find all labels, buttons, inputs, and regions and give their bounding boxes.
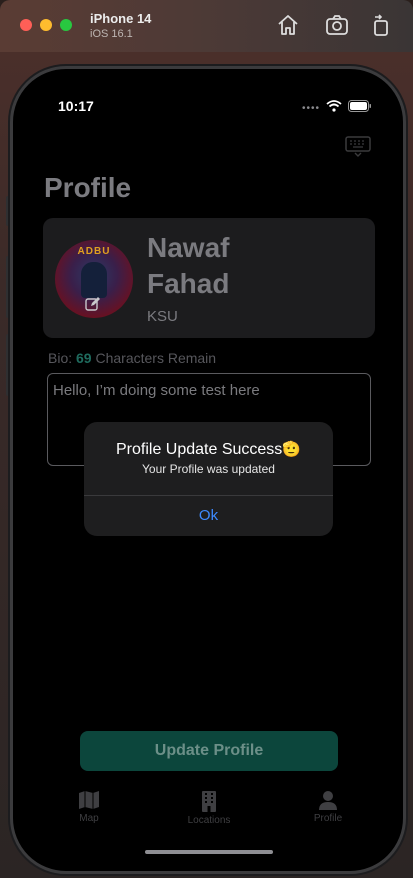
- minimize-window-button[interactable]: [40, 19, 52, 31]
- keyboard-dismiss-icon[interactable]: [345, 136, 371, 163]
- tab-locations-label: Locations: [187, 815, 231, 826]
- bio-remaining-count: 69: [76, 350, 92, 366]
- edit-photo-icon[interactable]: [85, 296, 101, 317]
- wifi-icon: [326, 99, 342, 117]
- profile-card: ADBU Nawaf Fahad KSU: [43, 218, 375, 338]
- alert-message: Your Profile was updated: [142, 462, 275, 476]
- organization-label: KSU: [147, 308, 178, 325]
- page-title: Profile: [44, 172, 132, 203]
- home-indicator[interactable]: [145, 850, 273, 854]
- map-icon: [79, 791, 99, 809]
- close-window-button[interactable]: [20, 19, 32, 31]
- tab-map-label: Map: [79, 813, 99, 824]
- bio-label: Bio: 69 Characters Remain: [48, 350, 216, 366]
- first-name: Nawaf: [147, 232, 230, 263]
- status-indicators: ••••: [302, 99, 372, 117]
- alert-ok-button[interactable]: Ok: [84, 496, 333, 536]
- simulator-titlebar: iPhone 14 iOS 16.1: [0, 0, 413, 52]
- building-icon: [202, 791, 216, 812]
- person-icon: [319, 791, 337, 810]
- salute-emoji-icon: 🫡: [282, 441, 301, 458]
- tab-map[interactable]: Map: [49, 790, 129, 824]
- phone-screen: 10:17 •••• Profile ADBU Nawaf Fahad KSU …: [14, 70, 402, 870]
- home-icon[interactable]: [276, 13, 300, 37]
- os-version: iOS 16.1: [90, 28, 133, 40]
- alert-title: Profile Update Success🫡: [84, 440, 333, 459]
- avatar[interactable]: ADBU: [55, 240, 133, 318]
- device-name: iPhone 14: [90, 11, 152, 26]
- tab-profile-label: Profile: [313, 813, 343, 824]
- alert-title-text: Profile Update Success: [116, 441, 283, 458]
- status-time: 10:17: [58, 98, 94, 114]
- success-alert: Profile Update Success🫡 Your Profile was…: [84, 422, 333, 536]
- tab-profile[interactable]: Profile: [288, 790, 368, 824]
- battery-icon: [348, 99, 372, 117]
- last-name: Fahad: [147, 268, 230, 299]
- signal-dots-icon: ••••: [301, 102, 320, 114]
- rotate-icon[interactable]: [369, 13, 393, 37]
- update-profile-button[interactable]: Update Profile: [80, 731, 338, 771]
- screenshot-icon[interactable]: [325, 13, 349, 37]
- bio-label-suffix: Characters Remain: [91, 350, 217, 366]
- bio-label-prefix: Bio:: [48, 350, 77, 366]
- avatar-text: ADBU: [77, 246, 111, 257]
- tab-locations[interactable]: Locations: [169, 790, 249, 826]
- avatar-figure: [81, 262, 107, 298]
- zoom-window-button[interactable]: [60, 19, 72, 31]
- bio-text: Hello, I’m doing some test here: [53, 382, 260, 399]
